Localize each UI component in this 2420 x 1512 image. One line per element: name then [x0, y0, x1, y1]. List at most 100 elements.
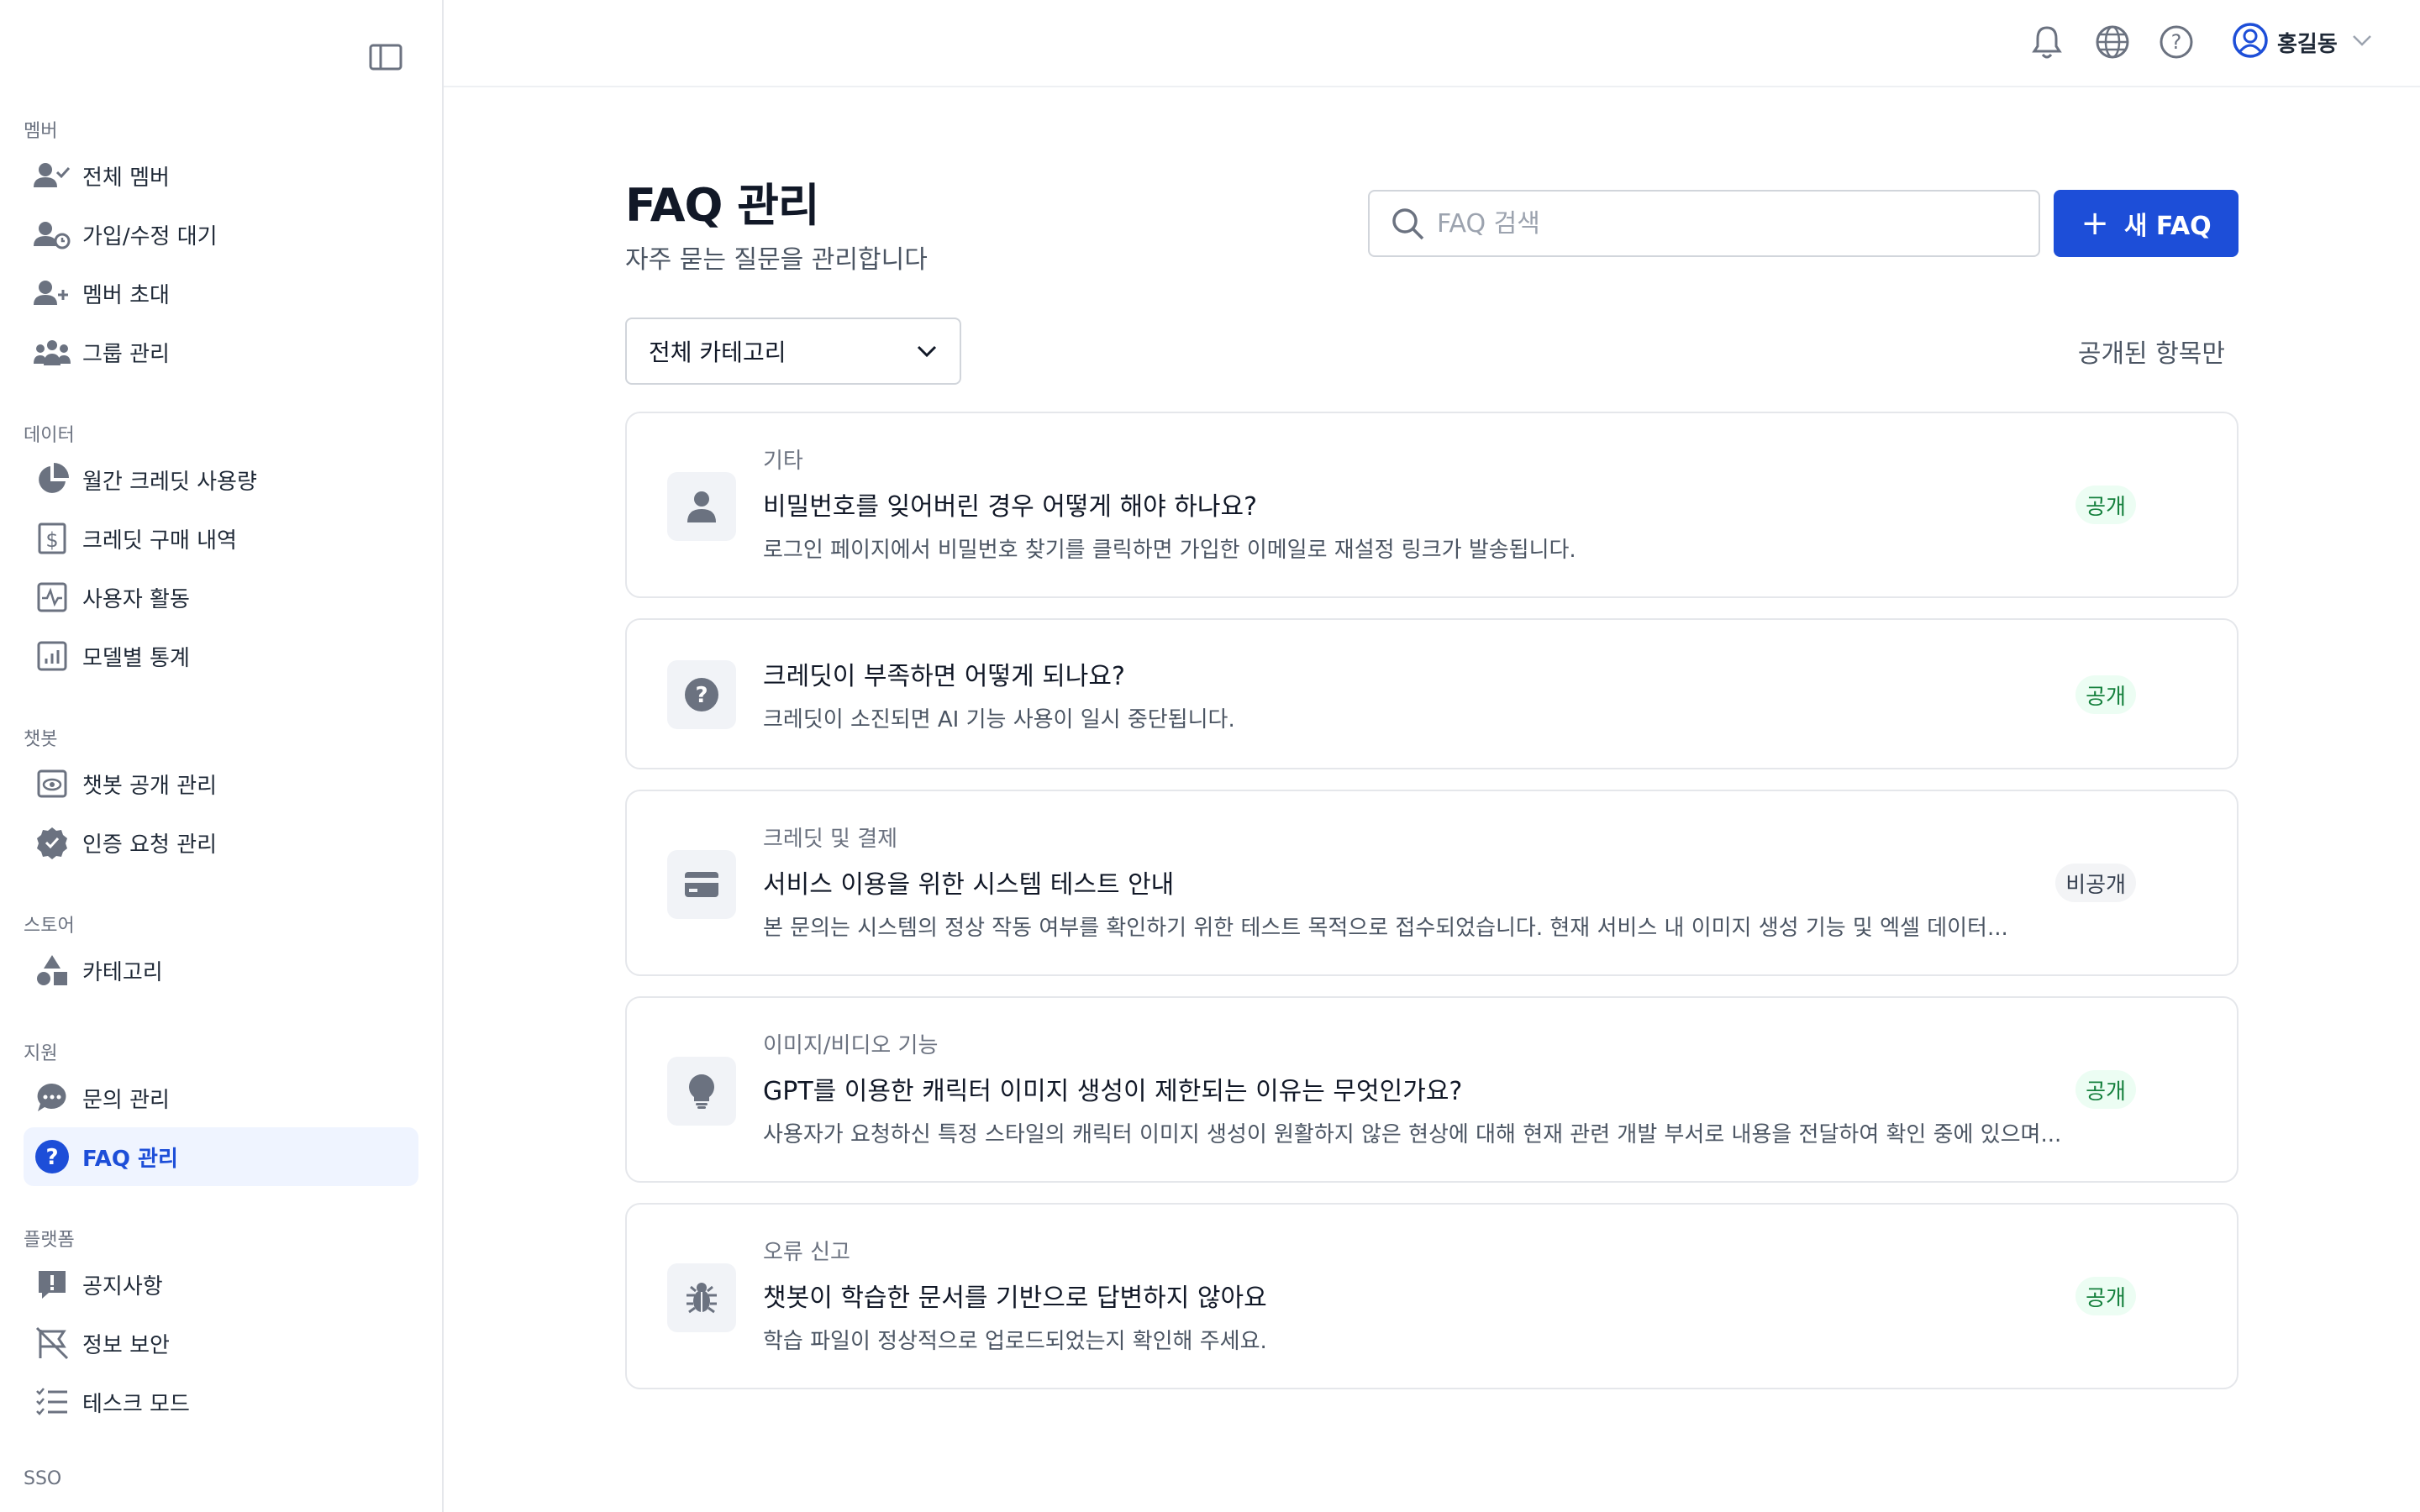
user-clock-icon — [34, 216, 71, 253]
sidebar-item-groups[interactable]: 그룹 관리 — [24, 323, 418, 381]
faq-category: 기타 — [763, 449, 803, 474]
sidebar-item-pending[interactable]: 가입/수정 대기 — [24, 205, 418, 264]
chevron-down-icon — [2351, 34, 2373, 50]
sidebar-item-category[interactable]: 카테고리 — [24, 941, 418, 1000]
sidebar-item-chatbot-public[interactable]: 챗봇 공개 관리 — [24, 754, 418, 813]
sidebar-item-label: 공지사항 — [82, 1273, 163, 1299]
sidebar-item-monthly-credit[interactable]: 월간 크레딧 사용량 — [24, 450, 418, 509]
sidebar-item-label: 전체 멤버 — [82, 165, 170, 191]
sidebar-item-model-stats[interactable]: 모델별 통계 — [24, 627, 418, 685]
sidebar-item-label: 테스크 모드 — [82, 1391, 190, 1417]
sidebar-item-label: 인증 요청 관리 — [82, 832, 218, 858]
status-badge: 공개 — [2075, 675, 2136, 714]
user-plus-icon — [34, 275, 71, 312]
svg-text:?: ? — [2171, 30, 2182, 54]
sidebar-item-security[interactable]: 정보 보안 — [24, 1314, 418, 1373]
plus-icon: + — [2081, 204, 2109, 243]
faq-category: 크레딧 및 결제 — [763, 827, 898, 852]
nav-section-sso: SSO — [24, 1468, 62, 1489]
activity-icon — [34, 579, 71, 616]
sidebar: 멤버 전체 멤버 가입/수정 대기 멤버 초대 그룹 관리 데이터 월간 크레딧… — [0, 0, 444, 1512]
svg-text:?: ? — [45, 1145, 58, 1170]
credit-card-icon — [667, 850, 736, 919]
sidebar-item-credit-purchase[interactable]: $ 크레딧 구매 내역 — [24, 509, 418, 568]
search-input[interactable] — [1437, 208, 2008, 239]
nav-section-store: 스토어 — [24, 916, 75, 937]
flag-off-icon — [34, 1325, 71, 1362]
faq-answer: 학습 파일이 정상적으로 업로드되었는지 확인해 주세요. — [763, 1329, 1267, 1354]
faq-answer: 로그인 페이지에서 비밀번호 찾기를 클릭하면 가입한 이메일로 재설정 링크가… — [763, 538, 1576, 563]
users-group-icon — [34, 333, 71, 370]
user-menu[interactable]: 홍길동 — [2232, 22, 2373, 62]
status-badge: 공개 — [2075, 1070, 2136, 1109]
sidebar-item-label: 문의 관리 — [82, 1087, 170, 1113]
category-select-value: 전체 카테고리 — [649, 339, 786, 366]
status-badge: 공개 — [2075, 486, 2136, 524]
sidebar-item-label: 가입/수정 대기 — [82, 223, 218, 249]
sidebar-item-label: 멤버 초대 — [82, 282, 170, 308]
dollar-receipt-icon: $ — [34, 520, 71, 557]
svg-text:$: $ — [45, 528, 58, 552]
faq-question: 서비스 이용을 위한 시스템 테스트 안내 — [763, 870, 1175, 900]
category-select[interactable]: 전체 카테고리 — [625, 318, 961, 385]
shapes-icon — [34, 952, 71, 989]
user-name: 홍길동 — [2277, 31, 2338, 57]
nav-section-platform: 플랫폼 — [24, 1230, 75, 1251]
faq-question: 크레딧이 부족하면 어떻게 되나요? — [763, 662, 1125, 691]
bug-icon — [667, 1263, 736, 1332]
faq-card[interactable]: 이미지/비디오 기능 GPT를 이용한 캐릭터 이미지 생성이 제한되는 이유는… — [625, 996, 2238, 1183]
faq-answer: 본 문의는 시스템의 정상 작동 여부를 확인하기 위한 테스트 목적으로 접수… — [763, 916, 2008, 941]
announcement-icon — [34, 1266, 71, 1303]
sidebar-item-inquiries[interactable]: 문의 관리 — [24, 1068, 418, 1127]
faq-answer: 크레딧이 소진되면 AI 기능 사용이 일시 중단됩니다. — [763, 707, 1235, 732]
checklist-icon — [34, 1383, 71, 1420]
sidebar-item-all-members[interactable]: 전체 멤버 — [24, 146, 418, 205]
faq-category: 오류 신고 — [763, 1240, 850, 1265]
new-faq-button[interactable]: + 새 FAQ — [2054, 190, 2238, 257]
bar-chart-icon — [34, 638, 71, 675]
faq-question: 챗봇이 학습한 문서를 기반으로 답변하지 않아요 — [763, 1284, 1267, 1313]
nav-section-member: 멤버 — [24, 121, 58, 142]
page-title: FAQ 관리 — [625, 179, 820, 232]
faq-question: 비밀번호를 잊어버린 경우 어떻게 해야 하나요? — [763, 492, 1258, 522]
faq-card[interactable]: 오류 신고 챗봇이 학습한 문서를 기반으로 답변하지 않아요 학습 파일이 정… — [625, 1203, 2238, 1389]
faq-card[interactable]: ? 크레딧이 부족하면 어떻게 되나요? 크레딧이 소진되면 AI 기능 사용이… — [625, 618, 2238, 769]
help-icon[interactable]: ? — [2158, 24, 2195, 60]
sidebar-item-label: 카테고리 — [82, 959, 163, 985]
faq-category: 이미지/비디오 기능 — [763, 1033, 939, 1058]
faq-card[interactable]: 기타 비밀번호를 잊어버린 경우 어떻게 해야 하나요? 로그인 페이지에서 비… — [625, 412, 2238, 598]
sidebar-item-faq[interactable]: ? FAQ 관리 — [24, 1127, 418, 1186]
question-circle-icon: ? — [34, 1138, 71, 1175]
sidebar-item-user-activity[interactable]: 사용자 활동 — [24, 568, 418, 627]
chevron-down-icon — [916, 344, 938, 358]
verified-badge-icon — [34, 824, 71, 861]
public-only-toggle[interactable]: 공개된 항목만 — [2078, 333, 2225, 370]
new-faq-label: 새 FAQ — [2123, 212, 2212, 241]
search-box — [1368, 190, 2040, 257]
chat-bubble-icon — [34, 1079, 71, 1116]
status-badge: 공개 — [2075, 1277, 2136, 1315]
pie-chart-icon — [34, 461, 71, 498]
sidebar-item-notices[interactable]: 공지사항 — [24, 1255, 418, 1314]
sidebar-item-label: 챗봇 공개 관리 — [82, 773, 218, 799]
sidebar-item-verification[interactable]: 인증 요청 관리 — [24, 813, 418, 872]
faq-answer: 사용자가 요청하신 특정 스타일의 캐릭터 이미지 생성이 원활하지 않은 현상… — [763, 1122, 2062, 1147]
sidebar-toggle-icon[interactable] — [368, 42, 405, 74]
faq-card[interactable]: 크레딧 및 결제 서비스 이용을 위한 시스템 테스트 안내 본 문의는 시스템… — [625, 790, 2238, 976]
sidebar-item-task-mode[interactable]: 테스크 모드 — [24, 1373, 418, 1431]
page-subtitle: 자주 묻는 질문을 관리합니다 — [625, 245, 928, 275]
sidebar-item-label: 월간 크레딧 사용량 — [82, 469, 257, 495]
eye-icon — [34, 765, 71, 802]
nav-section-data: 데이터 — [24, 425, 75, 446]
sidebar-item-label: 그룹 관리 — [82, 341, 170, 367]
sidebar-item-label: 모델별 통계 — [82, 645, 190, 671]
sidebar-item-label: 크레딧 구매 내역 — [82, 528, 237, 554]
lightbulb-icon — [667, 1057, 736, 1126]
sidebar-item-label: 정보 보안 — [82, 1332, 170, 1358]
faq-question: GPT를 이용한 캐릭터 이미지 생성이 제한되는 이유는 무엇인가요? — [763, 1077, 1463, 1106]
sidebar-item-invite[interactable]: 멤버 초대 — [24, 264, 418, 323]
sidebar-item-label: FAQ 관리 — [82, 1146, 178, 1172]
bell-icon[interactable] — [2028, 24, 2065, 60]
globe-icon[interactable] — [2094, 24, 2131, 60]
status-badge: 비공개 — [2055, 864, 2136, 902]
